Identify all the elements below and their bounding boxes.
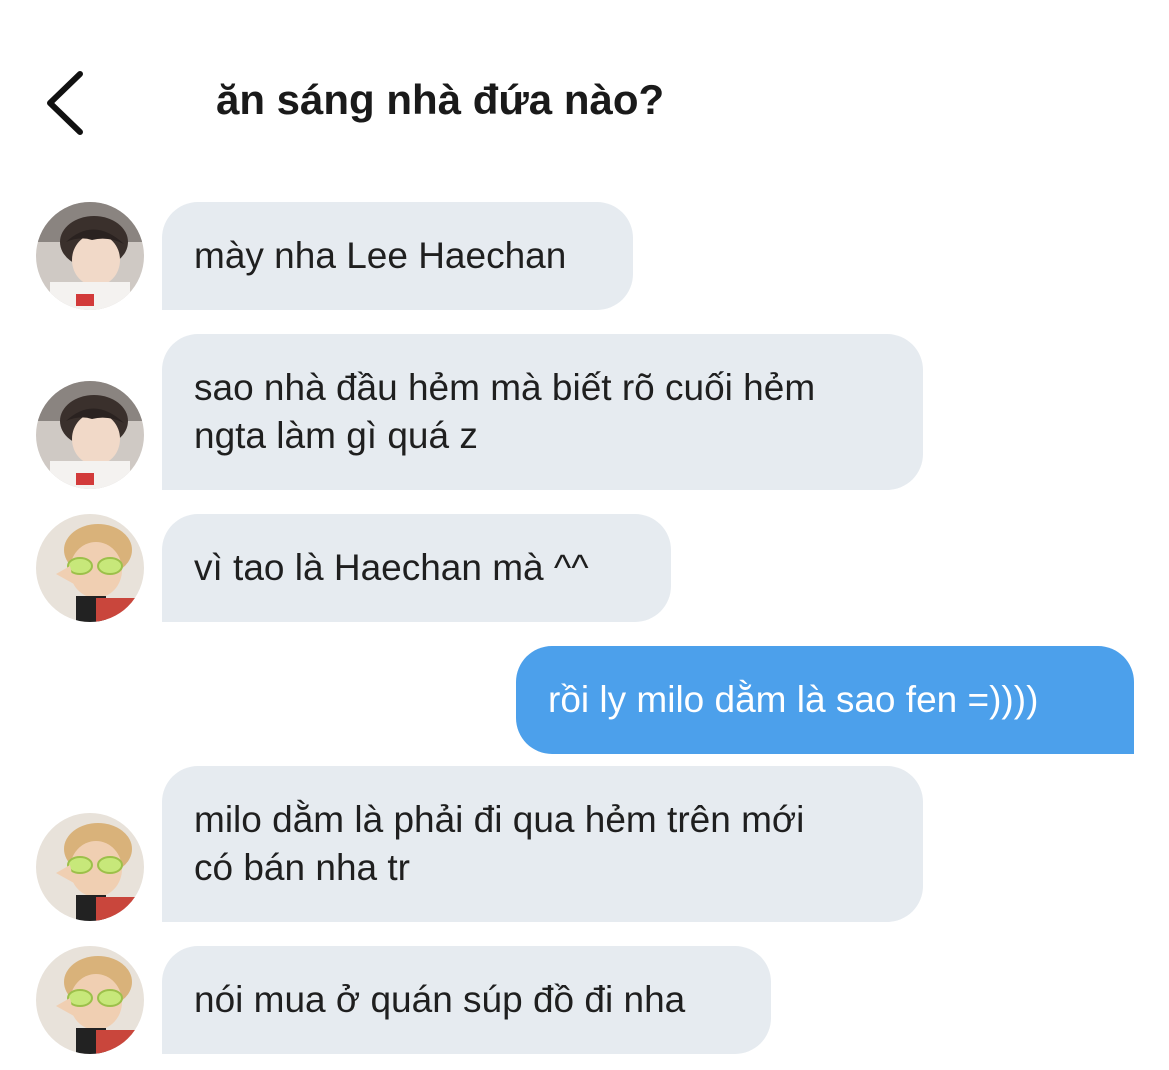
avatar-boy-white-shirt[interactable] [36,202,144,310]
message-bubble-incoming: mày nha Lee Haechan [162,202,633,310]
message-bubble-incoming: sao nhà đầu hẻm mà biết rõ cuối hẻm ngta… [162,334,923,490]
avatar-boy-sunglasses[interactable] [36,514,144,622]
back-button[interactable] [38,68,98,138]
chat-header: ăn sáng nhà đứa nào? [0,0,1169,180]
chevron-left-icon [47,71,83,135]
message-bubble-outgoing: rồi ly milo dằm là sao fen =)))) [516,646,1134,754]
message-bubble-incoming: vì tao là Haechan mà ^^ [162,514,671,622]
avatar-boy-sunglasses[interactable] [36,946,144,1054]
avatar-boy-sunglasses[interactable] [36,813,144,921]
message-bubble-incoming: nói mua ở quán súp đồ đi nha [162,946,771,1054]
avatar-boy-white-shirt[interactable] [36,381,144,489]
message-bubble-incoming: milo dằm là phải đi qua hẻm trên mới có … [162,766,923,922]
chat-title: ăn sáng nhà đứa nào? [216,76,665,123]
